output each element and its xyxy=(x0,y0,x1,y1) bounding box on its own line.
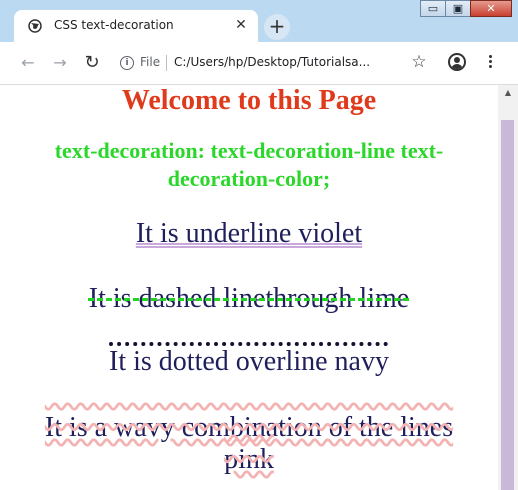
page-title: Welcome to this Page xyxy=(121,85,377,116)
profile-avatar-icon[interactable] xyxy=(448,53,466,71)
info-icon[interactable]: i xyxy=(120,56,134,70)
back-button[interactable]: ← xyxy=(18,53,38,73)
minimize-button[interactable]: ▭ xyxy=(420,0,446,17)
close-window-button[interactable]: ✕ xyxy=(470,0,512,17)
window-controls: ▭ ▣ ✕ xyxy=(420,0,512,18)
forward-button[interactable]: → xyxy=(50,53,70,73)
scheme-label: File xyxy=(140,55,161,69)
demo-underline-violet: It is underline violet xyxy=(135,218,363,249)
tab-title: CSS text-decoration xyxy=(54,18,174,32)
minimize-icon: ▭ xyxy=(427,2,439,15)
tab-css-text-decoration[interactable]: CSS text-decoration ✕ xyxy=(14,10,258,42)
bookmark-star-icon[interactable]: ☆ xyxy=(409,52,429,72)
address-separator xyxy=(166,55,167,71)
tab-close-icon[interactable]: ✕ xyxy=(234,18,248,32)
page-content: Welcome to this Page text-decoration: te… xyxy=(0,85,498,490)
demo-wavy-pink: It is a wavy combination of the lines pi… xyxy=(44,412,454,475)
avatar-body xyxy=(451,64,463,69)
scrollbar-thumb[interactable] xyxy=(501,120,514,490)
avatar-head xyxy=(454,57,460,63)
demo-linethrough-lime: It is dashed linethrough lime xyxy=(88,283,410,314)
url-text[interactable]: C:/Users/hp/Desktop/Tutorialsa... xyxy=(174,55,370,69)
maximize-icon: ▣ xyxy=(452,2,464,15)
new-tab-button[interactable]: + xyxy=(264,14,290,40)
maximize-button[interactable]: ▣ xyxy=(445,0,471,17)
address-bar[interactable]: i File C:/Users/hp/Desktop/Tutorialsa... xyxy=(110,49,436,77)
globe-icon xyxy=(28,19,42,33)
vertical-scrollbar[interactable]: ▲ xyxy=(498,85,518,490)
page-viewport: Welcome to this Page text-decoration: te… xyxy=(0,85,518,490)
reload-button[interactable]: ↻ xyxy=(82,53,102,73)
demo-overline-navy: It is dotted overline navy xyxy=(109,346,389,377)
close-icon: ✕ xyxy=(486,2,496,15)
scroll-up-arrow-icon[interactable]: ▲ xyxy=(498,85,518,101)
browser-toolbar: ← → ↻ i File C:/Users/hp/Desktop/Tutoria… xyxy=(0,42,518,85)
menu-kebab-icon[interactable] xyxy=(480,53,500,73)
tab-strip: CSS text-decoration ✕ + ▭ ▣ ✕ xyxy=(0,0,518,42)
page-subtitle: text-decoration: text-decoration-line te… xyxy=(54,138,444,191)
browser-window: CSS text-decoration ✕ + ▭ ▣ ✕ ← → ↻ i Fi… xyxy=(0,0,518,490)
